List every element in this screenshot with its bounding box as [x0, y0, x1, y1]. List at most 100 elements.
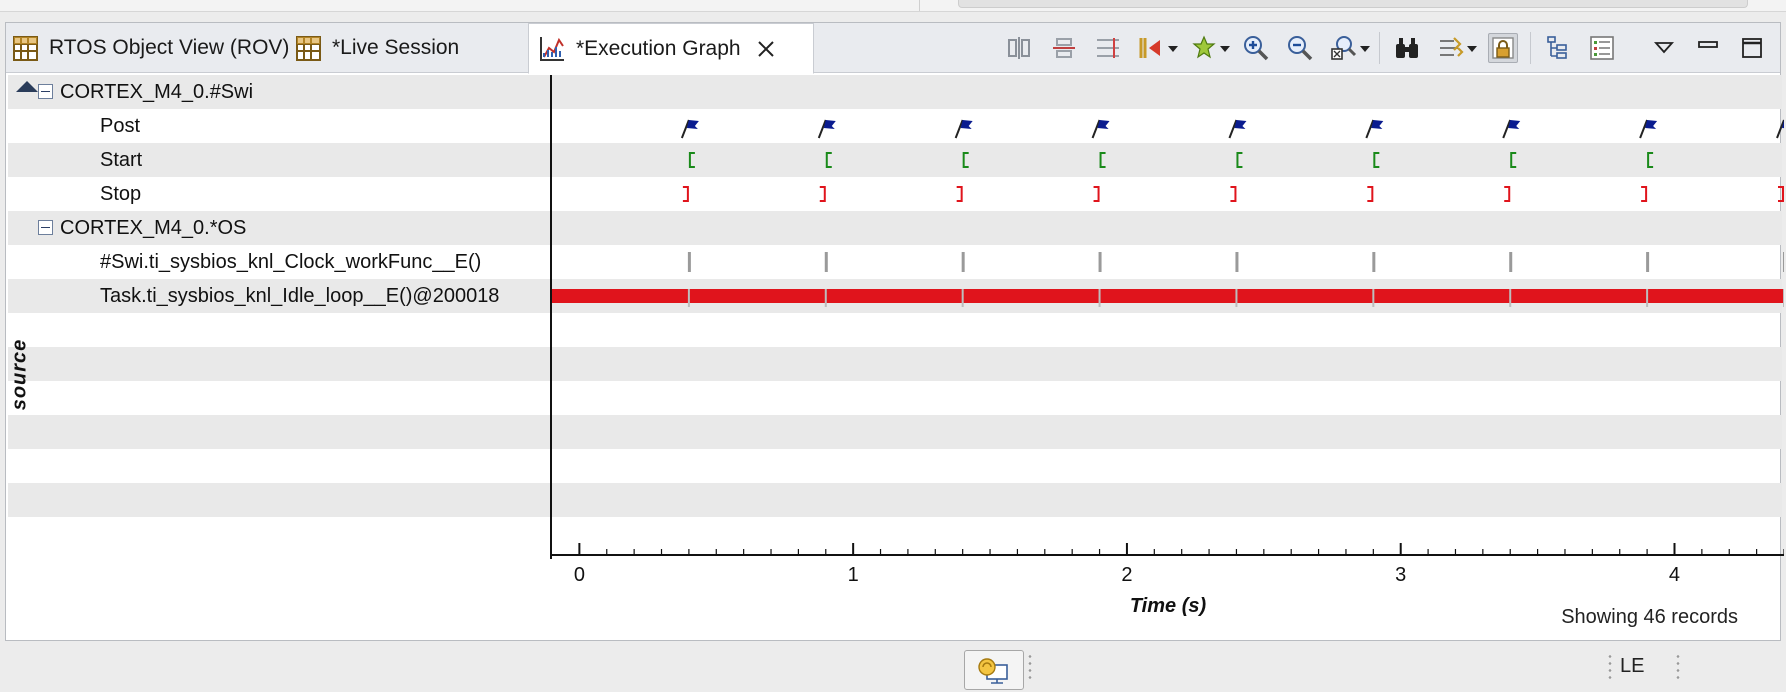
zoom-fit-button[interactable]: [1329, 33, 1359, 63]
top-strip: [0, 0, 1786, 12]
graph-icon: [540, 37, 564, 61]
highlight-icon: [1192, 35, 1216, 59]
highlight-button[interactable]: [1189, 33, 1219, 63]
start-mark[interactable]: [1510, 152, 1517, 168]
status-grip[interactable]: [1608, 653, 1612, 681]
swi-tick-mark[interactable]: [1372, 252, 1376, 272]
swi-tick-mark[interactable]: [687, 252, 691, 272]
stop-mark[interactable]: [1504, 186, 1511, 202]
stop-mark[interactable]: [1778, 186, 1784, 202]
flag-icon: [960, 120, 973, 129]
source-axis-label: source: [8, 337, 31, 417]
post-flag-mark[interactable]: [954, 119, 973, 139]
start-mark[interactable]: [1099, 152, 1106, 168]
start-mark[interactable]: [1373, 152, 1380, 168]
top-strip-scrollbar[interactable]: [958, 0, 1748, 8]
stop-mark[interactable]: [819, 186, 826, 202]
flag-icon: [1645, 120, 1658, 129]
swi-tick-mark[interactable]: [1235, 252, 1239, 272]
tab-rov[interactable]: RTOS Object View (ROV): [12, 23, 289, 73]
list-icon: [1590, 36, 1614, 60]
maximize-icon: [1742, 38, 1762, 58]
find-button[interactable]: [1392, 33, 1422, 63]
swi-tick-mark[interactable]: [1509, 252, 1513, 272]
status-grip[interactable]: [1676, 653, 1680, 681]
stop-mark[interactable]: [1093, 186, 1100, 202]
toolbar-separator: [1379, 32, 1380, 64]
status-bar: LE: [0, 641, 1786, 692]
find-icon: [1396, 38, 1418, 58]
filter-dropdown[interactable]: [1467, 33, 1477, 63]
flag-pole: [1639, 119, 1649, 139]
start-mark[interactable]: [688, 152, 695, 168]
align-button[interactable]: [1005, 33, 1035, 63]
filter-button[interactable]: [1436, 33, 1466, 63]
flag-pole: [680, 119, 690, 139]
close-icon[interactable]: [755, 38, 777, 60]
list-button[interactable]: [1587, 33, 1617, 63]
highlight-dropdown[interactable]: [1220, 33, 1230, 63]
flag-icon: [686, 120, 699, 129]
post-flag-mark[interactable]: [817, 119, 836, 139]
zoom-out-button[interactable]: [1285, 33, 1315, 63]
swi-tick-mark[interactable]: [1783, 252, 1784, 272]
flag-pole: [1502, 119, 1512, 139]
tree-button[interactable]: [1543, 33, 1573, 63]
post-flag-mark[interactable]: [1776, 119, 1784, 139]
swi-preempt-mark: [1783, 289, 1784, 307]
row-task-idle-label: Task.ti_sysbios_knl_Idle_loop__E()@20001…: [100, 285, 500, 307]
stop-mark[interactable]: [1367, 186, 1374, 202]
swi-tick-mark[interactable]: [1098, 252, 1102, 272]
zoom-fit-dropdown[interactable]: [1360, 33, 1370, 63]
flag-icon: [1097, 120, 1110, 129]
zoom-fit-icon: [1331, 36, 1357, 60]
row-stop-label: Stop: [100, 183, 142, 205]
flag-icon: [823, 120, 836, 129]
view-menu-button[interactable]: [1649, 33, 1679, 63]
start-mark[interactable]: [962, 152, 969, 168]
start-mark[interactable]: [825, 152, 832, 168]
start-mark[interactable]: [1236, 152, 1243, 168]
group-button[interactable]: [1049, 33, 1079, 63]
collapse-toggle-icon[interactable]: [38, 84, 53, 99]
post-flag-mark[interactable]: [1091, 119, 1110, 139]
start-mark[interactable]: [1647, 152, 1654, 168]
prev-event-dropdown[interactable]: [1168, 33, 1178, 63]
view-toolbar: [998, 29, 1774, 67]
stop-mark[interactable]: [1641, 186, 1648, 202]
tree-icon: [1547, 36, 1567, 59]
swi-tick-mark[interactable]: [824, 252, 828, 272]
stop-mark[interactable]: [1230, 186, 1237, 202]
tab-rov-label: RTOS Object View (ROV): [49, 36, 290, 59]
post-flag-mark[interactable]: [1502, 119, 1521, 139]
swi-tick-mark[interactable]: [1646, 252, 1650, 272]
collapse-toggle-icon[interactable]: [38, 220, 53, 235]
filter-icon: [1440, 37, 1464, 57]
maximize-button[interactable]: [1737, 33, 1767, 63]
tab-live-session[interactable]: *Live Session: [295, 23, 459, 73]
post-flag-mark[interactable]: [680, 119, 699, 139]
chevron-down-icon: [1220, 46, 1230, 52]
timeline-marks: [552, 119, 1784, 307]
x-tick-label: 4: [1669, 564, 1680, 586]
post-flag-mark[interactable]: [1639, 119, 1658, 139]
post-flag-mark[interactable]: [1365, 119, 1384, 139]
minimize-button[interactable]: [1693, 33, 1723, 63]
stop-mark[interactable]: [682, 186, 689, 202]
task-idle-bar[interactable]: [552, 289, 1784, 303]
prev-event-button[interactable]: [1137, 33, 1167, 63]
status-grip[interactable]: [1028, 653, 1032, 681]
timeline-plot[interactable]: 0 1 2 3 4 Time (s): [552, 75, 1784, 635]
background-task-button[interactable]: [964, 650, 1024, 690]
lock-button[interactable]: [1488, 33, 1518, 63]
collapse-all-icon[interactable]: [16, 81, 38, 92]
post-flag-mark[interactable]: [1228, 119, 1247, 139]
swi-tick-mark[interactable]: [961, 252, 965, 272]
stop-mark[interactable]: [956, 186, 963, 202]
swi-preempt-mark: [1098, 289, 1101, 307]
view-menu-icon: [1653, 42, 1675, 54]
zoom-in-button[interactable]: [1241, 33, 1271, 63]
measure-button[interactable]: [1093, 33, 1123, 63]
flag-icon: [1234, 120, 1247, 129]
tab-execution-graph[interactable]: *Execution Graph: [528, 23, 814, 74]
